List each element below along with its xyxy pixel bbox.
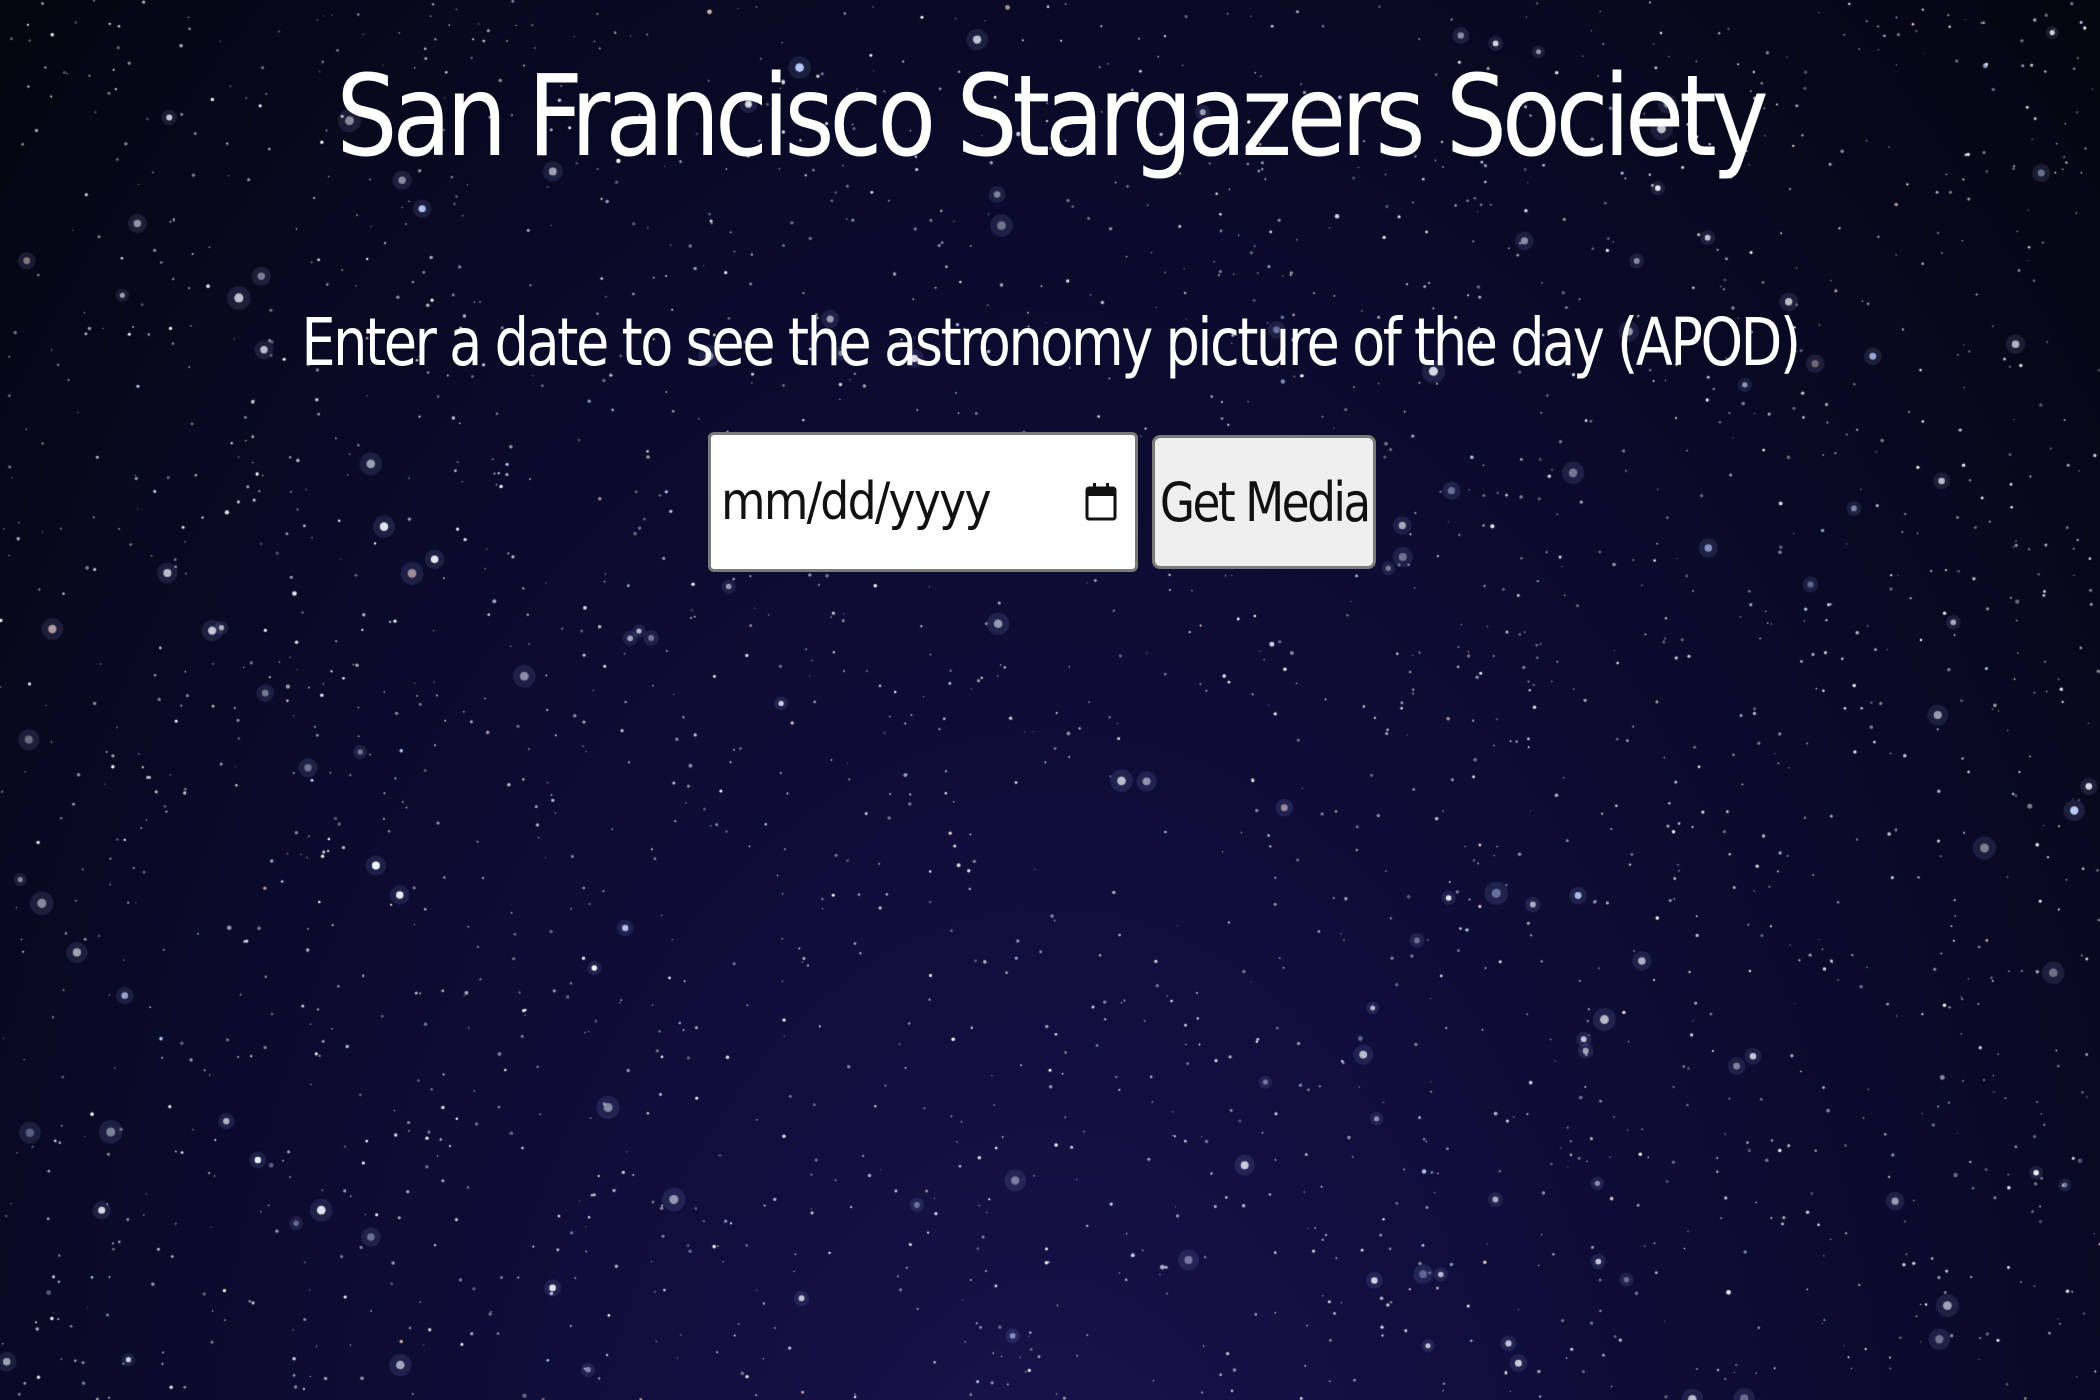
date-input[interactable]: mm/dd/yyyy	[708, 432, 1138, 572]
page-title: San Francisco Stargazers Society	[336, 52, 1768, 182]
date-input-placeholder: mm/dd/yyyy	[721, 472, 992, 532]
starfield-background	[0, 0, 2100, 1400]
get-media-label: Get Media	[1159, 470, 1371, 534]
date-form: mm/dd/yyyy Get Media	[708, 431, 1376, 573]
calendar-icon[interactable]	[1081, 480, 1121, 524]
page-subtitle: Enter a date to see the astronomy pictur…	[301, 304, 1801, 381]
get-media-button[interactable]: Get Media	[1152, 435, 1376, 569]
